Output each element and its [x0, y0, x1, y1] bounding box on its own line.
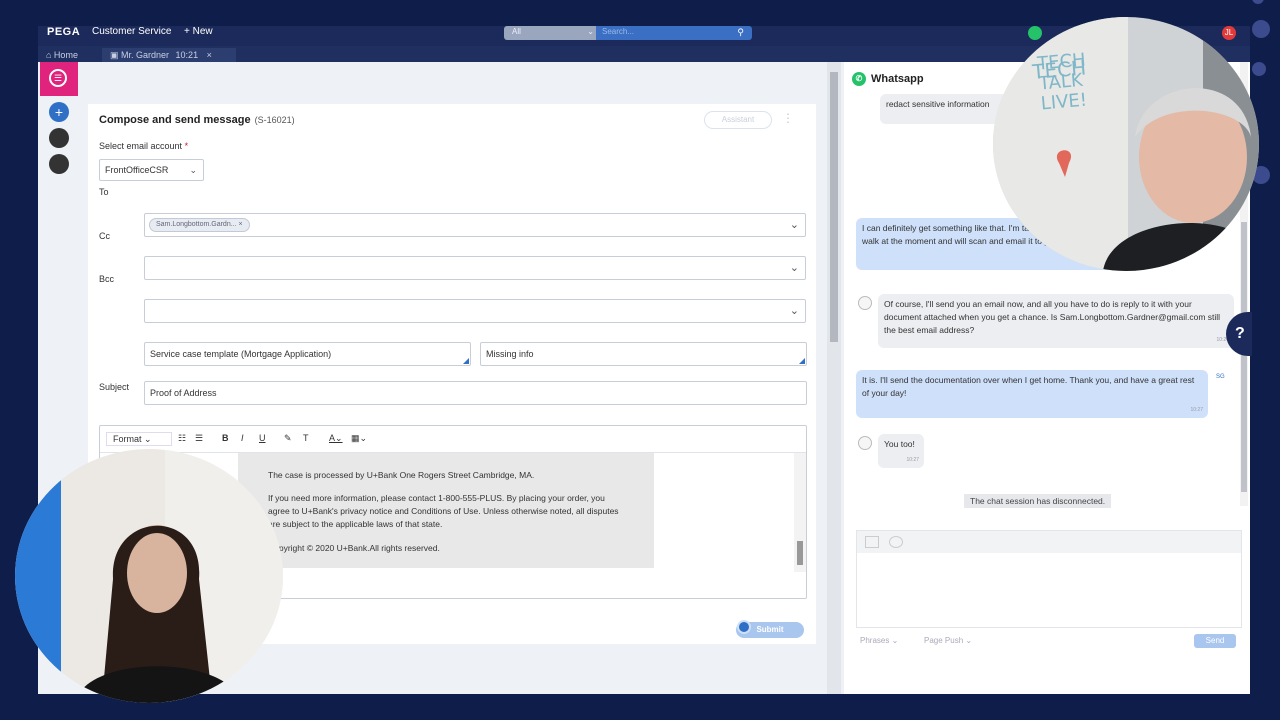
search-input[interactable]: Search... ⚲	[596, 26, 752, 40]
bold-button[interactable]: B	[222, 433, 229, 443]
highlight-icon[interactable]: ▦⌄	[351, 433, 367, 444]
user-avatar[interactable]: JL	[1222, 26, 1236, 40]
body-paragraph: If you need more information, please con…	[268, 493, 619, 529]
email-body[interactable]: The case is processed by U+Bank One Roge…	[238, 453, 654, 568]
compose-title: Compose and send message (S-16021)	[99, 114, 295, 126]
bullet-list-icon[interactable]: ☷	[178, 433, 186, 444]
message-bubble: You too! 10:27	[878, 434, 924, 468]
to-field[interactable]: Sam.Longbottom.Gardn... × ⌄	[144, 213, 806, 237]
add-icon[interactable]: +	[49, 102, 69, 122]
account-label: Select email account *	[99, 141, 189, 151]
bcc-field[interactable]: ⌄	[144, 299, 806, 323]
chat-icon[interactable]	[1028, 26, 1042, 40]
subject-field[interactable]: Proof of Address	[144, 381, 807, 405]
message-bubble: Of course, I'll send you an email now, a…	[878, 294, 1234, 348]
chevron-down-icon: ⌄	[587, 27, 594, 36]
email-account-select[interactable]: FrontOfficeCSR ⌄	[99, 159, 204, 181]
search-icon[interactable]: ⚲	[737, 26, 744, 38]
italic-button[interactable]: I	[241, 433, 244, 443]
image-icon[interactable]	[865, 536, 879, 548]
disconnected-notice: The chat session has disconnected.	[964, 494, 1112, 508]
guest-webcam	[15, 449, 283, 703]
whiteboard-text: TECH TALK LIVE!	[1036, 49, 1088, 115]
chevron-down-icon[interactable]: ⌄	[790, 218, 799, 231]
message-bubble: It is. I'll send the documentation over …	[856, 370, 1208, 418]
emoji-icon[interactable]	[889, 536, 903, 548]
underline-button[interactable]: U	[259, 433, 266, 443]
template-subselect[interactable]: Missing info	[480, 342, 807, 366]
tab-mr-gardner[interactable]: ▣ Mr. Gardner 10:21 ×	[102, 48, 236, 62]
bot-icon	[858, 436, 872, 450]
template-row: Service case template (Mortgage Applicat…	[144, 342, 807, 366]
bot-icon	[858, 296, 872, 310]
brush-icon[interactable]: ✎	[284, 433, 292, 444]
phrases-menu[interactable]: Phrases ⌄	[860, 636, 898, 645]
body-paragraph: The case is processed by U+Bank One Roge…	[268, 470, 535, 480]
phone-icon[interactable]	[49, 128, 69, 148]
whatsapp-icon: ✆	[852, 72, 866, 86]
pega-logo: PEGA	[47, 26, 81, 38]
chat-header: ✆ Whatsapp	[852, 72, 924, 86]
text-color-icon[interactable]: A⌄	[329, 433, 343, 444]
chat-tab-icon: ▣	[110, 50, 122, 60]
more-options-icon[interactable]: ⋮	[782, 111, 794, 125]
cc-field[interactable]: ⌄	[144, 256, 806, 280]
recipient-chip[interactable]: Sam.Longbottom.Gardn... ×	[149, 218, 250, 232]
editor-toolbar: Format ⌄ ☷ ☰ B I U ✎ T A⌄ ▦⌄	[100, 426, 806, 453]
tab-home[interactable]: ⌂ Home	[46, 49, 78, 61]
message-icon[interactable]	[49, 154, 69, 174]
body-paragraph: Copyright © 2020 U+Bank.All rights reser…	[268, 543, 440, 553]
loading-indicator	[737, 620, 751, 634]
chevron-down-icon: ⌄	[189, 165, 197, 175]
bcc-label: Bcc	[99, 274, 115, 284]
send-button[interactable]: Send	[1194, 634, 1236, 648]
assistant-button[interactable]: Assistant	[704, 111, 772, 129]
close-icon[interactable]: ×	[207, 50, 212, 60]
new-button[interactable]: + New	[184, 26, 213, 38]
interaction-rail-tab[interactable]: ☰	[40, 62, 78, 96]
template-select[interactable]: Service case template (Mortgage Applicat…	[144, 342, 471, 366]
panel-scrollbar[interactable]	[827, 62, 841, 694]
chat-bubble-icon: ☰	[49, 69, 67, 87]
editor-scrollbar[interactable]	[794, 453, 806, 572]
reply-toolbar	[857, 531, 1241, 553]
chevron-down-icon[interactable]: ⌄	[790, 304, 799, 317]
chevron-down-icon[interactable]: ⌄	[790, 261, 799, 274]
search-scope-select[interactable]: All ⌄	[504, 26, 600, 40]
subject-label: Subject	[99, 382, 130, 392]
clear-format-button[interactable]: T	[303, 433, 309, 443]
presenter-webcam: TECH TECH TALK LIVE!	[993, 17, 1259, 271]
page-push-menu[interactable]: Page Push ⌄	[924, 636, 972, 645]
cc-label: Cc	[99, 231, 110, 241]
app-name[interactable]: Customer Service	[92, 26, 171, 38]
format-select[interactable]: Format ⌄	[106, 432, 172, 446]
customer-initials: SG	[1216, 374, 1225, 380]
to-label: To	[99, 187, 109, 197]
numbered-list-icon[interactable]: ☰	[195, 433, 203, 444]
reply-composer[interactable]	[856, 530, 1242, 628]
